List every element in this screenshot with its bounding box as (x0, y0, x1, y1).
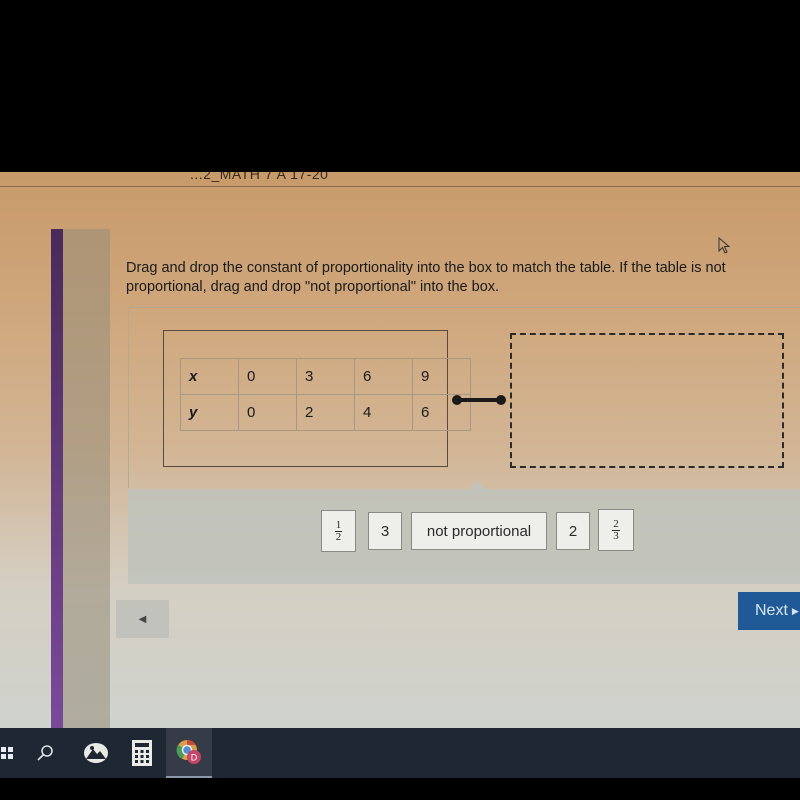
taskbar-chrome-app[interactable]: D (166, 728, 212, 778)
row-label-x: x (180, 358, 239, 395)
mouse-cursor-icon (718, 237, 731, 254)
previous-button[interactable]: ◀ (116, 600, 169, 638)
answer-tile-one-half[interactable]: 1 2 (321, 510, 356, 552)
answer-tile-two-thirds[interactable]: 2 3 (598, 509, 634, 551)
sidebar-panel (63, 229, 110, 728)
taskbar-calculator-app[interactable] (122, 728, 162, 778)
page-header: ...2_MATH 7 A 17-20 (0, 172, 800, 187)
table-row-x: x 0 3 6 9 (180, 358, 471, 395)
fraction: 2 3 (612, 517, 620, 542)
taskbar-search-button[interactable] (25, 728, 65, 778)
fraction-numerator: 1 (334, 518, 343, 532)
taskbar-photos-app[interactable] (76, 728, 116, 778)
search-icon (37, 745, 53, 761)
profile-badge: D (191, 753, 198, 763)
table-cell: 4 (354, 394, 413, 431)
fraction: 1 2 (334, 518, 343, 543)
connector-dot-right (496, 395, 506, 405)
table-cell: 6 (354, 358, 413, 395)
fraction-denominator: 3 (613, 529, 619, 542)
answer-tile-not-proportional[interactable]: not proportional (411, 512, 547, 550)
table-cell: 0 (238, 394, 297, 431)
taskbar: D (0, 728, 800, 778)
fraction-numerator: 2 (612, 517, 620, 531)
answer-tile-3[interactable]: 3 (368, 512, 402, 550)
chevron-left-icon: ◀ (138, 613, 147, 625)
next-label: Next (755, 602, 788, 619)
windows-start-button[interactable] (0, 728, 14, 778)
match-connector (452, 395, 506, 405)
table-cell: 3 (296, 358, 355, 395)
table-row-y: y 0 2 4 6 (180, 394, 471, 431)
answer-bank-notch (468, 481, 486, 489)
windows-start-icon (1, 747, 13, 759)
connector-dot-left (452, 395, 462, 405)
row-label-y: y (180, 394, 239, 431)
calculator-icon (132, 740, 152, 766)
sidebar-accent-stripe (51, 229, 63, 728)
photos-app-icon (84, 743, 108, 763)
fraction-denominator: 2 (335, 530, 342, 543)
chevron-right-icon: ▶ (791, 605, 799, 616)
browser-viewport: ...2_MATH 7 A 17-20 Drag and drop the co… (0, 172, 800, 728)
chrome-icon: D (176, 739, 201, 764)
course-title: ...2_MATH 7 A 17-20 (190, 172, 329, 182)
table-cell: 2 (296, 394, 355, 431)
table-cell: 0 (238, 358, 297, 395)
answer-tile-2[interactable]: 2 (556, 512, 590, 550)
xy-table: x 0 3 6 9 y 0 2 4 6 (180, 358, 471, 431)
answer-drop-zone[interactable] (510, 333, 784, 468)
question-instructions: Drag and drop the constant of proportion… (126, 260, 726, 295)
table-cell: 9 (412, 358, 471, 395)
next-button[interactable]: Next ▶ (738, 592, 800, 630)
